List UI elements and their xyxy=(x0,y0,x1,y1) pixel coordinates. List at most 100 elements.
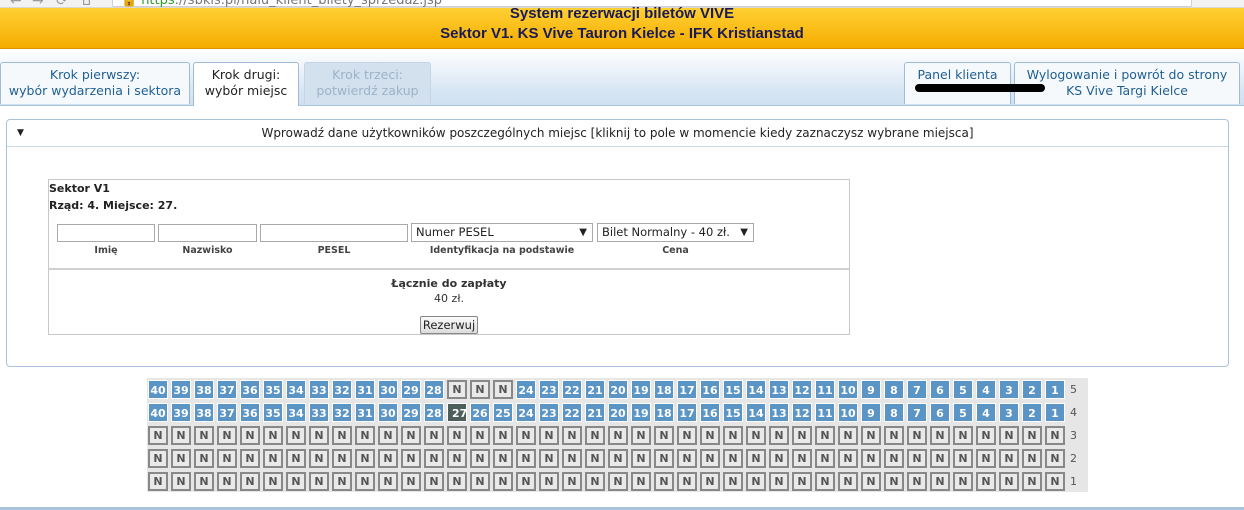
seat-free[interactable]: 17 xyxy=(677,380,697,399)
seat-free[interactable]: 7 xyxy=(907,380,927,399)
seat-free[interactable]: 9 xyxy=(861,380,881,399)
tab-logout[interactable]: Wylogowanie i powrót do strony KS Vive T… xyxy=(1014,62,1240,104)
seat-free[interactable]: 31 xyxy=(355,380,375,399)
seat-free[interactable]: 34 xyxy=(286,380,306,399)
seat-free[interactable]: 20 xyxy=(608,380,628,399)
seat-free[interactable]: 40 xyxy=(148,403,168,422)
seat-free[interactable]: 20 xyxy=(608,403,628,422)
seat-free[interactable]: 1 xyxy=(1045,403,1065,422)
seat-free[interactable]: 22 xyxy=(562,403,582,422)
seat-free[interactable]: 10 xyxy=(838,403,858,422)
collapse-icon[interactable]: ▼ xyxy=(17,120,24,146)
seat-free[interactable]: 36 xyxy=(240,403,260,422)
seat-free[interactable]: 12 xyxy=(792,380,812,399)
seat-free[interactable]: 5 xyxy=(953,403,973,422)
seat-taken: N xyxy=(516,449,536,468)
price-select[interactable]: Bilet Normalny - 40 zł. ▼ xyxy=(597,223,754,242)
seat-free[interactable]: 8 xyxy=(884,403,904,422)
seat-free[interactable]: 31 xyxy=(355,403,375,422)
seat-free[interactable]: 35 xyxy=(263,380,283,399)
seat-taken: N xyxy=(884,472,904,491)
tab-step-two[interactable]: Krok drugi: wybór miejsc xyxy=(193,62,299,106)
seat-free[interactable]: 3 xyxy=(999,380,1019,399)
tab-step-one[interactable]: Krok pierwszy: wybór wydarzenia i sektor… xyxy=(0,62,190,104)
seat-taken: N xyxy=(677,472,697,491)
seat-free[interactable]: 32 xyxy=(332,403,352,422)
first-name-input[interactable] xyxy=(57,224,155,242)
seat-free[interactable]: 12 xyxy=(792,403,812,422)
seat-free[interactable]: 40 xyxy=(148,380,168,399)
seat-free[interactable]: 29 xyxy=(401,380,421,399)
seat-row: NNNNNNNNNNNNNNNNNNNNNNNNNNNNNNNNNNNNNNNN… xyxy=(147,424,1088,447)
seat-free[interactable]: 38 xyxy=(194,403,214,422)
seat-free[interactable]: 34 xyxy=(286,403,306,422)
seat-free[interactable]: 33 xyxy=(309,403,329,422)
seat-free[interactable]: 3 xyxy=(999,403,1019,422)
seat-free[interactable]: 33 xyxy=(309,380,329,399)
seat-free[interactable]: 29 xyxy=(401,403,421,422)
seat-free[interactable]: 13 xyxy=(769,380,789,399)
seat-free[interactable]: 14 xyxy=(746,380,766,399)
seat-map: 40 39 38 37 36 35 34 33 32 31 30 29 28 N N N 24 23 22 21 20 1… xyxy=(147,378,1088,492)
seat-free[interactable]: 37 xyxy=(217,403,237,422)
seat-free[interactable]: 6 xyxy=(930,380,950,399)
seat-free[interactable]: 2 xyxy=(1022,403,1042,422)
seat-free[interactable]: 21 xyxy=(585,380,605,399)
seat-free[interactable]: 21 xyxy=(585,403,605,422)
seat-free[interactable]: 37 xyxy=(217,380,237,399)
seat-free[interactable]: 32 xyxy=(332,380,352,399)
seat-free[interactable]: 14 xyxy=(746,403,766,422)
seat-free[interactable]: 19 xyxy=(631,380,651,399)
seat-free[interactable]: 24 xyxy=(516,403,536,422)
pesel-input[interactable] xyxy=(260,224,408,242)
seat-free[interactable]: 5 xyxy=(953,380,973,399)
seat-free[interactable]: 8 xyxy=(884,380,904,399)
seat-free[interactable]: 23 xyxy=(539,403,559,422)
seat-free[interactable]: 19 xyxy=(631,403,651,422)
identification-select[interactable]: Numer PESEL ▼ xyxy=(411,223,593,242)
seat-taken: N xyxy=(700,426,720,445)
panel-header[interactable]: ▼ Wprowadź dane użytkowników poszczególn… xyxy=(7,120,1228,146)
seat-free[interactable]: 6 xyxy=(930,403,950,422)
reserve-button[interactable]: Rezerwuj xyxy=(420,316,478,334)
seat-free[interactable]: 38 xyxy=(194,380,214,399)
seat-free[interactable]: 2 xyxy=(1022,380,1042,399)
seat-free[interactable]: 11 xyxy=(815,380,835,399)
seat-free[interactable]: 39 xyxy=(171,380,191,399)
seat-free[interactable]: 4 xyxy=(976,403,996,422)
seat-free[interactable]: 15 xyxy=(723,403,743,422)
seat-free[interactable]: 23 xyxy=(539,380,559,399)
seat-free[interactable]: 39 xyxy=(171,403,191,422)
seat-free[interactable]: 11 xyxy=(815,403,835,422)
last-name-input[interactable] xyxy=(158,224,257,242)
seat-free[interactable]: 25 xyxy=(493,403,513,422)
seat-selected[interactable]: 27 xyxy=(447,403,467,422)
seat-free[interactable]: 28 xyxy=(424,403,444,422)
seat-free[interactable]: 17 xyxy=(677,403,697,422)
seat-free[interactable]: 9 xyxy=(861,403,881,422)
seat-free[interactable]: 26 xyxy=(470,403,490,422)
seat-free[interactable]: 35 xyxy=(263,403,283,422)
seat-free[interactable]: 28 xyxy=(424,380,444,399)
seat-free[interactable]: 30 xyxy=(378,403,398,422)
seat-taken: N xyxy=(171,426,191,445)
seat-taken: N xyxy=(999,449,1019,468)
seat-free[interactable]: 16 xyxy=(700,380,720,399)
seat-free[interactable]: 13 xyxy=(769,403,789,422)
seat-free[interactable]: 7 xyxy=(907,403,927,422)
seat-free[interactable]: 18 xyxy=(654,403,674,422)
seat-free[interactable]: 10 xyxy=(838,380,858,399)
seat-free[interactable]: 24 xyxy=(516,380,536,399)
seat-free[interactable]: 22 xyxy=(562,380,582,399)
event-title: Sektor V1. KS Vive Tauron Kielce - IFK K… xyxy=(440,25,804,42)
seat-free[interactable]: 18 xyxy=(654,380,674,399)
seat-free[interactable]: 4 xyxy=(976,380,996,399)
seat-free[interactable]: 1 xyxy=(1045,380,1065,399)
seat-free[interactable]: 16 xyxy=(700,403,720,422)
seat-free[interactable]: 36 xyxy=(240,380,260,399)
seat-free[interactable]: 30 xyxy=(378,380,398,399)
seat-taken: N xyxy=(286,426,306,445)
tab-client-panel[interactable]: Panel klienta xyxy=(904,62,1011,104)
seat-free[interactable]: 15 xyxy=(723,380,743,399)
seat-taken: N xyxy=(447,449,467,468)
